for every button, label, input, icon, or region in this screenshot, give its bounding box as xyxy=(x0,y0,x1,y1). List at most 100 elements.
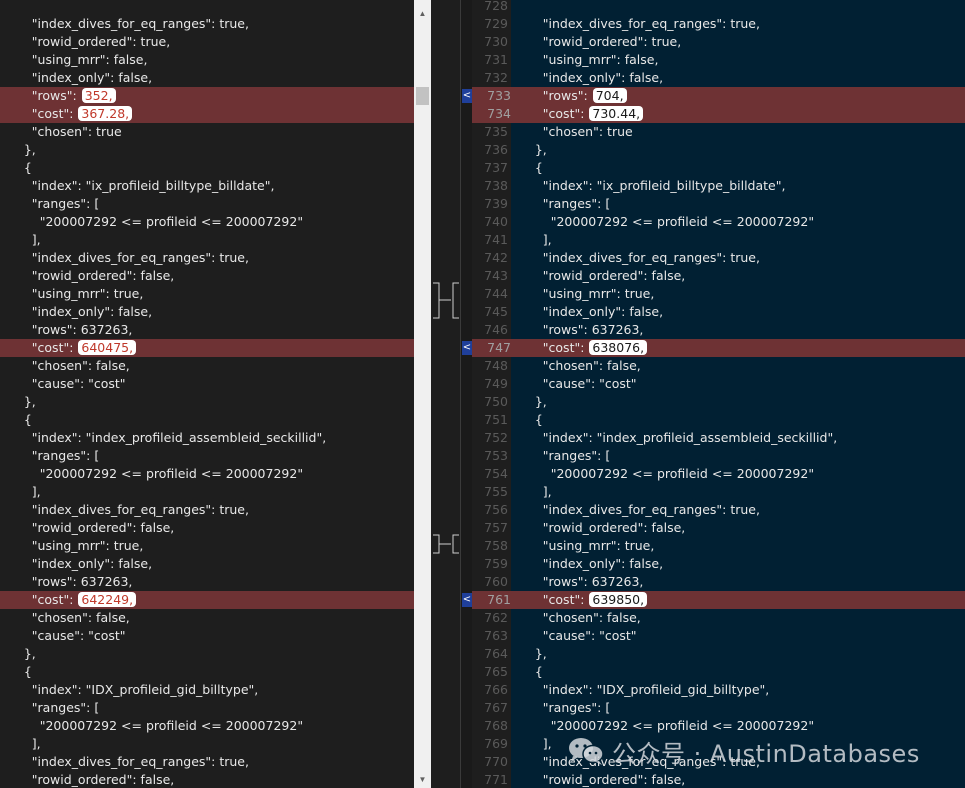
code-line[interactable]: "rows": 637263, xyxy=(0,321,414,339)
code-line[interactable]: { xyxy=(511,663,965,681)
code-line[interactable]: "200007292 <= profileid <= 200007292" xyxy=(0,465,414,483)
code-line[interactable]: }, xyxy=(511,141,965,159)
left-scrollbar[interactable]: ▲ ▼ xyxy=(414,0,431,788)
code-line[interactable]: "rowid_ordered": false, xyxy=(0,771,414,788)
code-line[interactable]: { xyxy=(511,411,965,429)
right-editor-pane[interactable]: "index_dives_for_eq_ranges": true, "rowi… xyxy=(511,0,965,788)
code-line[interactable]: "cause": "cost" xyxy=(0,627,414,645)
scroll-up-arrow-icon[interactable]: ▲ xyxy=(414,5,431,22)
chevron-left-icon[interactable]: < xyxy=(462,593,472,607)
code-line[interactable]: ], xyxy=(0,483,414,501)
code-line[interactable]: "cost": 642249, xyxy=(0,591,414,609)
code-line[interactable]: "ranges": [ xyxy=(0,447,414,465)
code-line[interactable]: "index_dives_for_eq_ranges": true, xyxy=(511,501,965,519)
code-line[interactable]: "ranges": [ xyxy=(0,699,414,717)
code-line[interactable]: "index_dives_for_eq_ranges": true, xyxy=(511,15,965,33)
code-text: { xyxy=(0,412,32,427)
code-line[interactable]: "rowid_ordered": true, xyxy=(511,33,965,51)
code-line[interactable]: "index_only": false, xyxy=(511,303,965,321)
code-line[interactable]: "cost": 640475, xyxy=(0,339,414,357)
line-number: 750 xyxy=(484,394,508,409)
code-line[interactable]: "using_mrr": true, xyxy=(0,537,414,555)
code-line[interactable]: }, xyxy=(511,645,965,663)
code-line[interactable]: "using_mrr": true, xyxy=(0,285,414,303)
code-line[interactable]: "cause": "cost" xyxy=(511,627,965,645)
code-line[interactable]: "chosen": false, xyxy=(0,357,414,375)
chevron-left-icon[interactable]: < xyxy=(462,341,472,355)
code-line[interactable]: "chosen": false, xyxy=(511,357,965,375)
code-line[interactable]: ], xyxy=(0,231,414,249)
code-line[interactable]: "rowid_ordered": true, xyxy=(0,33,414,51)
code-line[interactable]: "cost": 638076, xyxy=(511,339,965,357)
code-text: ], xyxy=(0,232,41,247)
code-line[interactable]: "index_dives_for_eq_ranges": true, xyxy=(0,753,414,771)
code-line[interactable]: "200007292 <= profileid <= 200007292" xyxy=(511,465,965,483)
code-line[interactable]: "cause": "cost" xyxy=(0,375,414,393)
left-editor-pane[interactable]: "index_dives_for_eq_ranges": true, "rowi… xyxy=(0,0,414,788)
code-line[interactable]: "index_only": false, xyxy=(511,69,965,87)
code-line[interactable]: { xyxy=(0,663,414,681)
code-line[interactable]: "rows": 637263, xyxy=(511,321,965,339)
code-line[interactable]: "index_dives_for_eq_ranges": true, xyxy=(511,249,965,267)
code-line[interactable]: "ranges": [ xyxy=(511,447,965,465)
code-line[interactable]: "rowid_ordered": false, xyxy=(0,267,414,285)
code-line[interactable]: "rowid_ordered": false, xyxy=(511,771,965,788)
code-line[interactable]: "index": "index_profileid_assembleid_sec… xyxy=(511,429,965,447)
line-number: 765 xyxy=(484,664,508,679)
code-line[interactable]: "cost": 730.44, xyxy=(511,105,965,123)
code-line[interactable]: "chosen": false, xyxy=(511,609,965,627)
code-line[interactable]: "chosen": false, xyxy=(0,609,414,627)
code-line[interactable]: }, xyxy=(511,393,965,411)
code-line[interactable]: "index_only": false, xyxy=(511,555,965,573)
code-line[interactable]: "rowid_ordered": false, xyxy=(511,519,965,537)
code-line[interactable]: "index_only": false, xyxy=(0,303,414,321)
code-line[interactable]: "rows": 637263, xyxy=(0,573,414,591)
chevron-left-icon[interactable]: < xyxy=(462,89,472,103)
code-line[interactable]: "index_dives_for_eq_ranges": true, xyxy=(0,501,414,519)
code-line[interactable]: }, xyxy=(0,141,414,159)
code-line[interactable]: "index": "IDX_profileid_gid_billtype", xyxy=(0,681,414,699)
code-line[interactable]: "ranges": [ xyxy=(511,699,965,717)
code-line[interactable]: { xyxy=(511,159,965,177)
scroll-down-arrow-icon[interactable]: ▼ xyxy=(414,771,431,788)
code-line[interactable]: "ranges": [ xyxy=(511,195,965,213)
code-line[interactable]: { xyxy=(0,411,414,429)
code-line[interactable]: "index": "IDX_profileid_gid_billtype", xyxy=(511,681,965,699)
code-line[interactable] xyxy=(511,0,965,15)
code-line[interactable]: "rowid_ordered": false, xyxy=(0,519,414,537)
code-text: "rowid_ordered": false, xyxy=(0,268,175,283)
code-line[interactable]: "index_only": false, xyxy=(0,555,414,573)
code-text: "index": "ix_profileid_billtype_billdate… xyxy=(0,178,275,193)
code-line[interactable]: "cost": 639850, xyxy=(511,591,965,609)
code-line[interactable]: "using_mrr": false, xyxy=(0,51,414,69)
code-line[interactable]: "index_only": false, xyxy=(0,69,414,87)
code-line[interactable]: "using_mrr": true, xyxy=(511,537,965,555)
code-line[interactable]: ], xyxy=(511,483,965,501)
code-line[interactable]: "using_mrr": true, xyxy=(511,285,965,303)
code-line[interactable]: "ranges": [ xyxy=(0,195,414,213)
code-line[interactable]: }, xyxy=(0,645,414,663)
code-line[interactable]: ], xyxy=(0,735,414,753)
code-line[interactable]: "rows": 352, xyxy=(0,87,414,105)
code-line[interactable]: "rows": 704, xyxy=(511,87,965,105)
code-line[interactable]: "index": "index_profileid_assembleid_sec… xyxy=(0,429,414,447)
code-line[interactable]: "cause": "cost" xyxy=(511,375,965,393)
code-line[interactable]: "using_mrr": false, xyxy=(511,51,965,69)
code-line[interactable]: "rowid_ordered": false, xyxy=(511,267,965,285)
code-line[interactable]: "chosen": true xyxy=(511,123,965,141)
code-line[interactable]: "index": "ix_profileid_billtype_billdate… xyxy=(0,177,414,195)
code-line[interactable]: "chosen": true xyxy=(0,123,414,141)
code-line[interactable]: "200007292 <= profileid <= 200007292" xyxy=(0,213,414,231)
code-line[interactable]: "index_dives_for_eq_ranges": true, xyxy=(0,15,414,33)
code-line[interactable]: { xyxy=(0,159,414,177)
watermark: 公众号 · AustinDatabases xyxy=(568,733,920,769)
code-line[interactable]: "200007292 <= profileid <= 200007292" xyxy=(511,213,965,231)
code-line[interactable]: "index": "ix_profileid_billtype_billdate… xyxy=(511,177,965,195)
code-line[interactable]: "200007292 <= profileid <= 200007292" xyxy=(0,717,414,735)
code-line[interactable]: }, xyxy=(0,393,414,411)
scrollbar-thumb[interactable] xyxy=(416,87,429,105)
code-line[interactable]: "rows": 637263, xyxy=(511,573,965,591)
code-line[interactable]: ], xyxy=(511,231,965,249)
code-line[interactable]: "cost": 367.28, xyxy=(0,105,414,123)
code-line[interactable]: "index_dives_for_eq_ranges": true, xyxy=(0,249,414,267)
